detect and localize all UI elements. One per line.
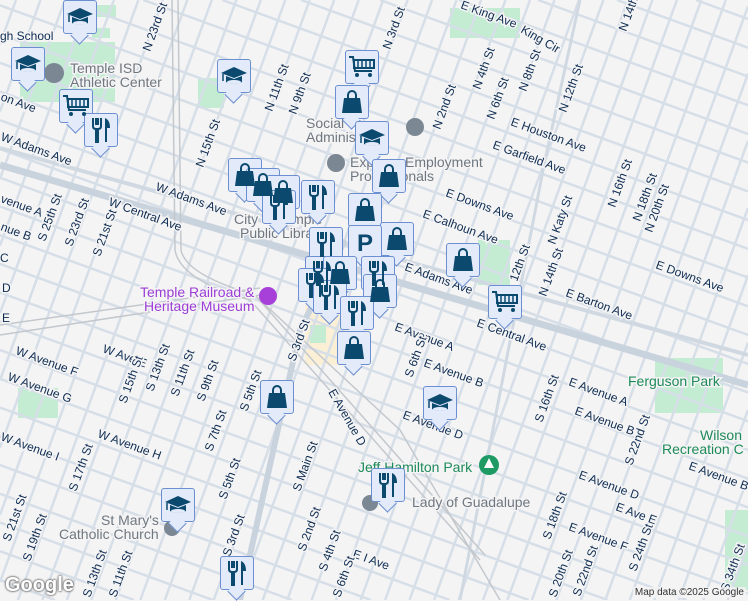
school-poi-icon (44, 63, 64, 83)
graduation-cap-icon (14, 53, 42, 75)
graduation-cap-icon (164, 494, 192, 516)
street-label: W Avenue I (0, 430, 61, 464)
shopping-cart-icon (62, 94, 90, 118)
street-label: E Avenue A (567, 375, 630, 409)
fork-knife-icon (315, 231, 337, 257)
bag-marker[interactable] (260, 380, 294, 414)
bag-marker[interactable] (372, 159, 406, 193)
museum-icon (259, 287, 277, 305)
street-label: E Avenue B (422, 356, 486, 391)
cart-marker[interactable] (345, 50, 379, 84)
bag-marker[interactable] (348, 193, 382, 227)
restaurant-marker[interactable] (220, 556, 254, 590)
government-building-icon (327, 154, 345, 172)
school-marker[interactable] (355, 121, 389, 155)
shopping-bag-icon (343, 336, 365, 360)
graduation-cap-icon (358, 127, 386, 149)
shopping-bag-icon (329, 261, 351, 285)
svg-text:P: P (357, 230, 373, 254)
shopping-bag-icon (341, 90, 363, 114)
parking-marker[interactable]: P (348, 225, 382, 259)
street-label: N 4th St (470, 45, 498, 91)
bag-marker[interactable] (337, 331, 371, 365)
poi-label: Lady of Guadalupe (412, 494, 531, 510)
graduation-cap-icon (426, 392, 454, 414)
street-label: King Cir (519, 22, 563, 55)
fork-knife-icon (307, 184, 329, 210)
street-label: N 3rd St (380, 4, 408, 51)
school-marker[interactable] (161, 488, 195, 522)
shopping-bag-icon (386, 227, 408, 251)
avenue-road (537, 0, 748, 78)
school-marker[interactable] (423, 386, 457, 420)
street-label: S 21st St (90, 207, 120, 258)
school-marker[interactable] (63, 0, 97, 34)
street-label: S 2nd St (295, 504, 324, 553)
restaurant-marker[interactable] (84, 113, 118, 147)
fork-knife-icon (226, 560, 248, 586)
shopping-bag-icon (354, 198, 376, 222)
street-label: D (2, 281, 11, 295)
restaurant-marker[interactable] (371, 468, 405, 502)
street-label: N 14th St (536, 246, 566, 298)
street-label: S 23rd St (62, 196, 92, 248)
cart-marker[interactable] (488, 285, 522, 319)
fork-knife-icon (377, 472, 399, 498)
school-marker[interactable] (11, 47, 45, 81)
google-logo[interactable]: Google (5, 574, 74, 597)
parking-icon: P (354, 230, 376, 254)
shopping-cart-icon (348, 55, 376, 79)
fork-knife-icon (346, 300, 368, 326)
bag-marker[interactable] (380, 222, 414, 256)
fork-knife-icon (90, 117, 112, 143)
shopping-bag-icon (452, 248, 474, 272)
bag-marker[interactable] (335, 85, 369, 119)
restaurant-marker[interactable] (301, 180, 335, 214)
street-label: E Avenue D (577, 468, 641, 503)
bag-marker[interactable] (446, 243, 480, 277)
street-label: S 6th St (330, 553, 358, 599)
map-attribution[interactable]: Map data ©2025 Google (632, 587, 746, 598)
shopping-cart-icon (491, 290, 519, 314)
street-label: C (0, 251, 9, 265)
street-label: E (2, 311, 10, 325)
street-label: S 11th St (106, 548, 136, 599)
government-building-icon (406, 118, 424, 136)
poi-label: Adminis (306, 129, 356, 145)
museum-label: Heritage Museum (144, 298, 255, 314)
poi-label: Catholic Church (59, 526, 159, 542)
cart-marker[interactable] (59, 89, 93, 123)
street-label: gh School (0, 29, 53, 43)
park-label: Recreation C (662, 441, 744, 457)
school-marker[interactable] (217, 59, 251, 93)
park-label: Ferguson Park (628, 373, 721, 389)
street-label: N 23rd St (140, 0, 171, 53)
bag-marker[interactable] (363, 274, 397, 308)
shopping-bag-icon (369, 279, 391, 303)
poi-label: Athletic Center (70, 74, 162, 90)
fork-knife-icon (319, 284, 341, 310)
shopping-bag-icon (266, 385, 288, 409)
fork-knife-icon (268, 194, 290, 220)
street-label: E Barton Ave (564, 286, 635, 323)
shopping-bag-icon (378, 164, 400, 188)
street-label: N 9th St (286, 70, 314, 116)
graduation-cap-icon (66, 6, 94, 28)
graduation-cap-icon (220, 65, 248, 87)
